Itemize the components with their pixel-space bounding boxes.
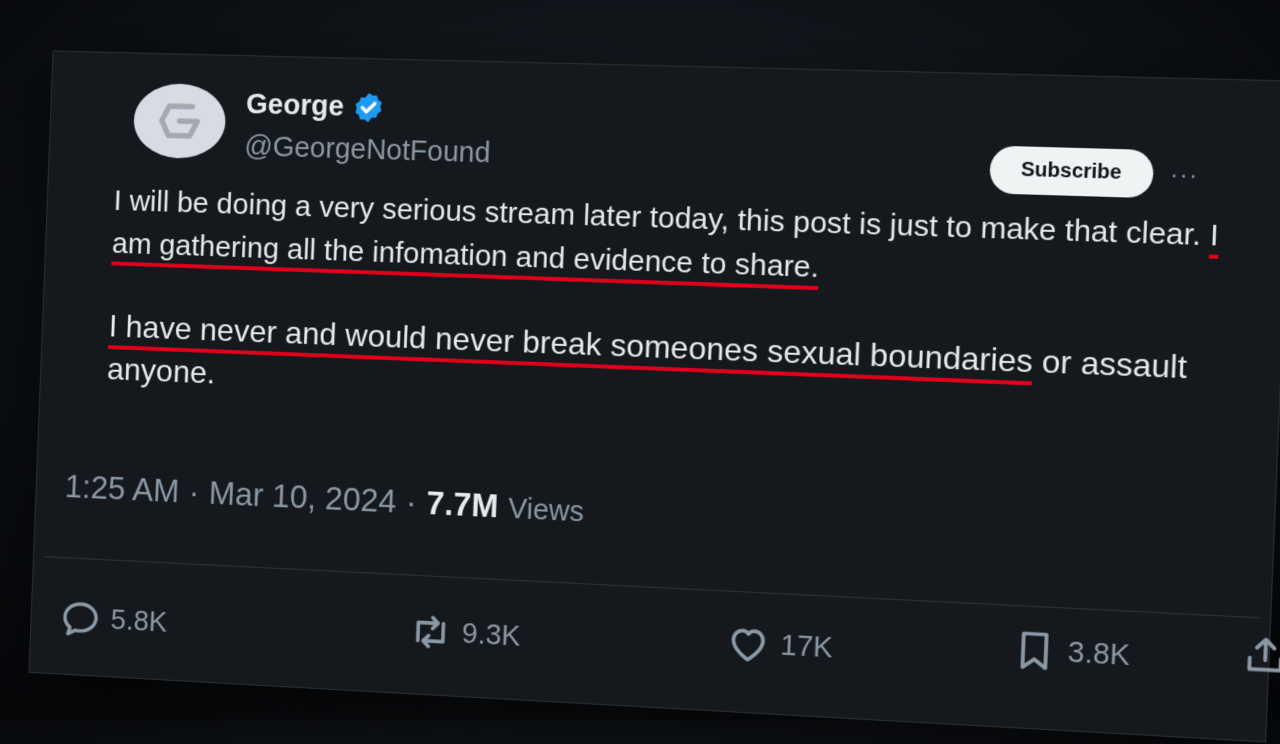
tweet-time[interactable]: 1:25 AM	[64, 468, 180, 510]
share-button[interactable]	[1241, 631, 1280, 679]
tweet-date[interactable]: Mar 10, 2024	[208, 474, 397, 520]
reply-button[interactable]: 5.8K	[59, 596, 168, 645]
meta-separator: ·	[188, 473, 201, 511]
repost-button[interactable]: 9.3K	[408, 609, 521, 658]
more-options-icon[interactable]: ···	[1169, 161, 1199, 191]
tweet-card: George @GeorgeNotFound Subscribe ··· I w…	[28, 50, 1280, 743]
george-logo-icon	[152, 93, 207, 149]
action-bar: 5.8K 9.3K 17K 3.8K	[49, 586, 1258, 721]
tweet-text: I will be doing a very serious stream la…	[106, 180, 1244, 437]
views-label: Views	[507, 493, 585, 529]
author-handle[interactable]: @GeorgeNotFound	[244, 131, 491, 171]
author-display-name[interactable]: George	[246, 88, 345, 123]
subscribe-button[interactable]: Subscribe	[988, 145, 1154, 199]
like-icon	[725, 621, 771, 668]
reply-count: 5.8K	[110, 603, 168, 639]
views-count: 7.7M	[425, 484, 500, 525]
author-name-row: George	[245, 88, 385, 125]
bookmark-count: 3.8K	[1067, 635, 1131, 672]
repost-count: 9.3K	[461, 617, 522, 653]
avatar[interactable]	[132, 82, 227, 160]
meta-separator: ·	[405, 483, 418, 521]
bookmark-button[interactable]: 3.8K	[1011, 627, 1131, 678]
bookmark-icon	[1011, 627, 1058, 674]
reply-icon	[59, 596, 102, 641]
repost-icon	[408, 609, 453, 655]
stage: George @GeorgeNotFound Subscribe ··· I w…	[0, 0, 1280, 743]
share-icon	[1241, 631, 1280, 679]
tweet-meta: 1:25 AM · Mar 10, 2024 · 7.7M Views	[64, 468, 585, 530]
verified-badge-icon	[354, 92, 382, 123]
like-count: 17K	[779, 628, 834, 664]
like-button[interactable]: 17K	[725, 621, 834, 671]
